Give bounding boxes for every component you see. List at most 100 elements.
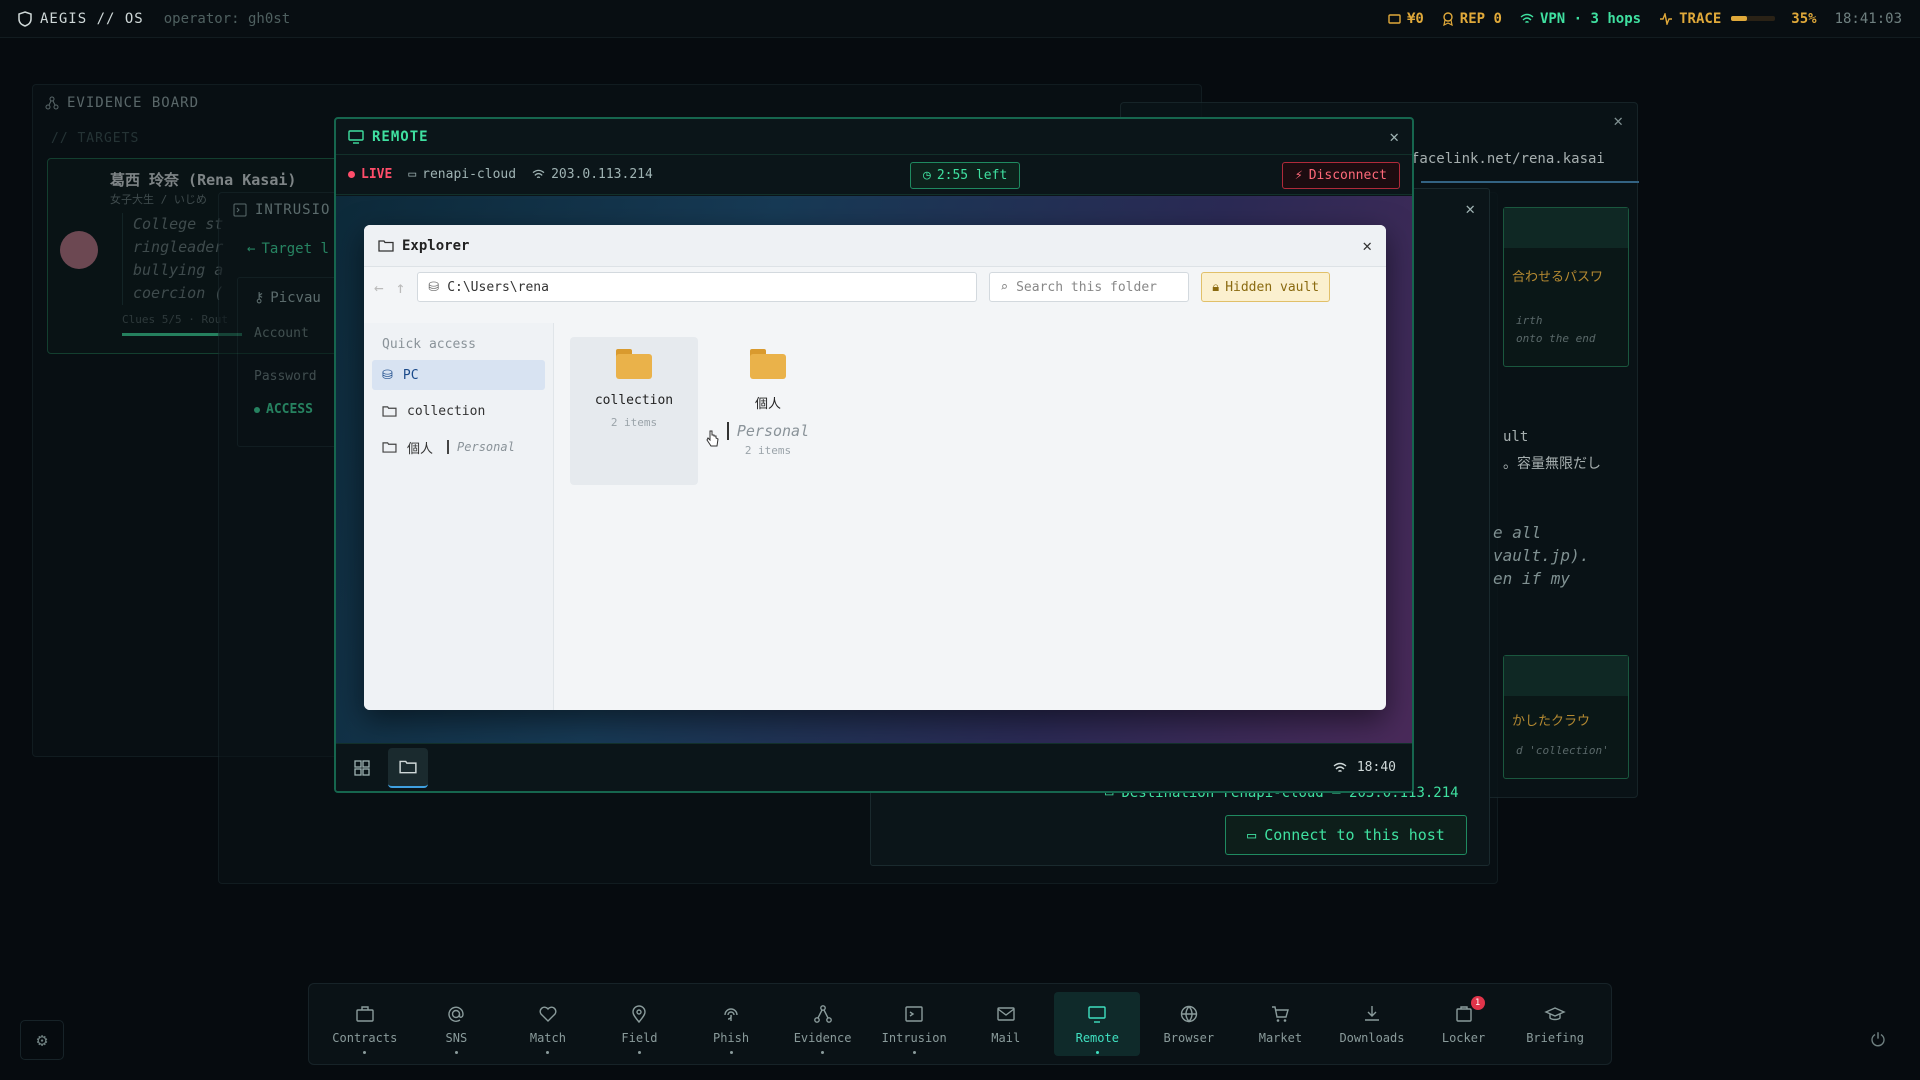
start-button[interactable] [342,748,382,788]
os-brand: AEGIS // OS [18,11,144,27]
unlink-icon: ⚡ [1294,168,1303,183]
power-button[interactable]: ⏻ [1856,1020,1900,1060]
target-sub: 女子大生 / いじめ [110,193,207,206]
medal-icon [1442,11,1453,26]
browser-url[interactable]: facelink.net/rena.kasai [1411,151,1605,167]
arrow-left-icon: ← [247,241,256,257]
note-line: d 'collection' [1516,744,1609,757]
sidebar-item-collection[interactable]: collection [372,396,545,426]
search-input[interactable]: ⌕ Search this folder [989,272,1190,302]
settings-button[interactable]: ⚙ [20,1020,64,1060]
explorer-titlebar[interactable]: Explorer ✕ [364,225,1386,267]
dock-item-evidence[interactable]: Evidence [780,992,866,1056]
key-icon: ⚷ [254,290,265,306]
close-icon[interactable]: ✕ [1362,236,1372,255]
dock-item-market[interactable]: Market [1237,992,1323,1056]
folder-item-personal[interactable]: 個人 Personal 2 items [704,337,832,485]
back-arrow-icon[interactable]: ← [374,278,384,297]
connect-button[interactable]: ▭ Connect to this host [1225,815,1467,855]
address-bar[interactable]: ⛁ C:\Users\rena [417,272,978,302]
gear-icon: ⚙ [36,1029,48,1051]
terminal-icon [905,1006,923,1022]
monitor-icon: ▭ [1247,826,1257,844]
wallet-icon [1388,14,1401,24]
dock-label: SNS [445,1031,468,1045]
shield-icon [18,10,32,27]
remote-desktop[interactable]: Explorer ✕ ← ↑ ⛁ C:\Users\rena ⌕ Search … [336,196,1412,743]
connect-label: Connect to this host [1264,826,1445,844]
dock-item-downloads[interactable]: Downloads [1329,992,1415,1056]
operator-label: operator: gh0st [163,10,291,27]
monitor-icon: ▭ [408,167,417,182]
dock-item-match[interactable]: Match [505,992,591,1056]
dock-label: Downloads [1339,1031,1405,1045]
wallet-status[interactable]: ¥0 [1388,11,1424,27]
folder-icon [750,349,786,379]
note-jp: 合わせるパスワ [1512,270,1604,285]
dock-item-briefing[interactable]: Briefing [1512,992,1598,1056]
close-icon[interactable]: ✕ [1389,127,1400,146]
ip-address: 203.0.113.214 [551,167,653,182]
remote-taskbar: 18:40 [336,743,1412,791]
close-icon[interactable]: ✕ [1613,111,1623,130]
folder-hint: Personal [726,422,809,440]
dock-item-browser[interactable]: Browser [1146,992,1232,1056]
drive-icon: ⛁ [382,367,393,383]
folder-icon [399,760,417,774]
explorer-window[interactable]: Explorer ✕ ← ↑ ⛁ C:\Users\rena ⌕ Search … [364,225,1386,710]
dock-item-remote[interactable]: Remote [1054,992,1141,1056]
dock-item-intrusion[interactable]: Intrusion [871,992,957,1056]
wallet-amount: ¥0 [1406,10,1424,27]
quick-access-label: Quick access [382,337,476,352]
rep-value: REP 0 [1459,10,1502,27]
heart-icon [539,1006,557,1022]
globe-icon [1180,1005,1198,1023]
dock-item-contracts[interactable]: Contracts [322,992,408,1056]
note-line: irth [1516,314,1543,327]
dock-item-field[interactable]: Field [596,992,682,1056]
post-text: vault.jp). [1493,546,1590,565]
note-card: かしたクラウ d 'collection' [1503,655,1629,779]
post-text: 。容量無限だし [1503,456,1601,472]
hidden-vault-button[interactable]: 🔒︎ Hidden vault [1201,272,1331,302]
trace-meter [1731,16,1776,21]
system-clock: 18:41:03 [1834,10,1902,27]
avatar [60,231,98,269]
top-status-bar: AEGIS // OS operator: gh0st ¥0 REP 0 VPN… [0,0,1920,38]
mail-icon [997,1007,1015,1021]
vpn-status[interactable]: VPN · 3 hops [1520,11,1641,27]
folder-name: 個人 [754,397,781,412]
trace-label: TRACE [1679,10,1722,27]
folder-grid: collection 2 items 個人 Personal 2 items [570,337,832,485]
folder-icon [382,442,397,453]
trace-percent: 35% [1791,10,1817,27]
dock-label: Mail [991,1031,1021,1045]
remote-titlebar[interactable]: REMOTE ✕ [336,119,1412,155]
sidebar-item-personal[interactable]: 個人 Personal [372,432,545,462]
folder-item-collection[interactable]: collection 2 items [570,337,698,485]
sidebar-item-label: collection [407,403,486,419]
post-text: e all [1493,523,1542,542]
up-arrow-icon[interactable]: ↑ [396,278,406,297]
taskbar-explorer-button[interactable] [388,747,428,788]
drive-icon: ⛁ [428,279,440,295]
close-icon[interactable]: ✕ [1465,199,1475,218]
trace-status[interactable]: TRACE 35% [1659,10,1817,27]
dock-item-phish[interactable]: Phish [688,992,774,1056]
rep-status[interactable]: REP 0 [1442,11,1502,27]
note-card: 合わせるパスワ irth onto the end [1503,207,1629,367]
dock-label: Match [529,1031,566,1045]
dock-item-sns[interactable]: SNS [413,992,499,1056]
dock-item-locker[interactable]: 1 Locker [1421,992,1507,1056]
taskbar-tray: 18:40 [1333,760,1406,775]
target-name: 葛西 玲奈 (Rena Kasai) [110,171,297,189]
remote-window[interactable]: REMOTE ✕ LIVE ▭ renapi-cloud 203.0.113.21… [334,117,1414,793]
post-text: en if my [1493,569,1571,588]
disconnect-label: Disconnect [1308,168,1387,183]
search-placeholder: Search this folder [1016,279,1157,295]
sidebar-item-pc[interactable]: ⛁ PC [372,360,545,390]
post-text: ult [1503,429,1529,445]
disconnect-button[interactable]: ⚡ Disconnect [1281,162,1400,189]
dock-item-mail[interactable]: Mail [963,992,1049,1056]
dock-label: Remote [1075,1031,1119,1045]
